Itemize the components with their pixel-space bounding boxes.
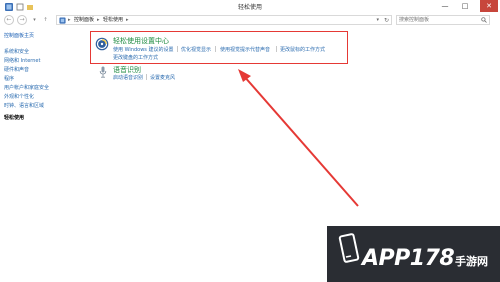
breadcrumb-control-panel[interactable]: 控制面板 [74,17,94,24]
window-title: 轻松使用 [237,4,262,11]
maximize-button[interactable]: □ [458,0,472,12]
search-box[interactable] [396,15,490,25]
breadcrumb-ease-of-access[interactable]: 轻松使用 [103,17,123,24]
address-dropdown-button[interactable]: ▾ [376,17,379,24]
link-setup-microphone[interactable]: 设置麦克风 [150,74,175,81]
search-icon[interactable] [481,17,487,23]
title-bar: 轻松使用 — □ ✕ [0,0,500,14]
breadcrumb-separator: ▸ [126,17,129,23]
sidebar-item-system-security[interactable]: 系统和安全 [4,48,29,55]
close-button[interactable]: ✕ [480,0,498,12]
address-bar[interactable]: ▸ 控制面板 ▸ 轻松使用 ▸ ▾ ↻ [56,15,392,25]
refresh-button[interactable]: ↻ [384,17,389,24]
recent-pages-button[interactable]: ▾ [31,16,38,24]
watermark-brand: APP178 [362,246,455,271]
sidebar-item-network[interactable]: 网络和 Internet [4,57,40,64]
sidebar-item-hardware-sound[interactable]: 硬件和声音 [4,66,29,73]
minimize-button[interactable]: — [438,0,452,12]
watermark-suffix: 手游网 [455,255,488,268]
breadcrumb-separator: ▸ [97,17,100,23]
forward-button[interactable]: → [17,15,27,25]
sidebar-home-link[interactable]: 控制面板主页 [4,32,34,39]
sidebar-item-programs[interactable]: 程序 [4,75,14,82]
up-button[interactable]: ↑ [42,16,49,24]
control-panel-icon [59,17,66,24]
sidebar-item-user-accounts[interactable]: 用户帐户和家庭安全 [4,84,49,91]
link-divider [146,74,147,80]
breadcrumb-separator: ▸ [68,17,71,23]
sidebar-item-ease-of-access[interactable]: 轻松使用 [4,114,24,121]
sidebar-item-appearance[interactable]: 外观和个性化 [4,93,34,100]
search-input[interactable] [399,16,479,24]
sidebar-item-clock-language[interactable]: 时钟、语言和区域 [4,102,44,109]
link-start-speech-recognition[interactable]: 启动语音识别 [113,74,143,81]
microphone-icon [99,66,107,78]
phone-logo-icon [338,233,360,263]
annotation-highlight-box [90,31,348,64]
navigation-bar: ← → ▾ ↑ ▸ 控制面板 ▸ 轻松使用 ▸ ▾ ↻ [0,14,500,26]
back-button[interactable]: ← [4,15,14,25]
